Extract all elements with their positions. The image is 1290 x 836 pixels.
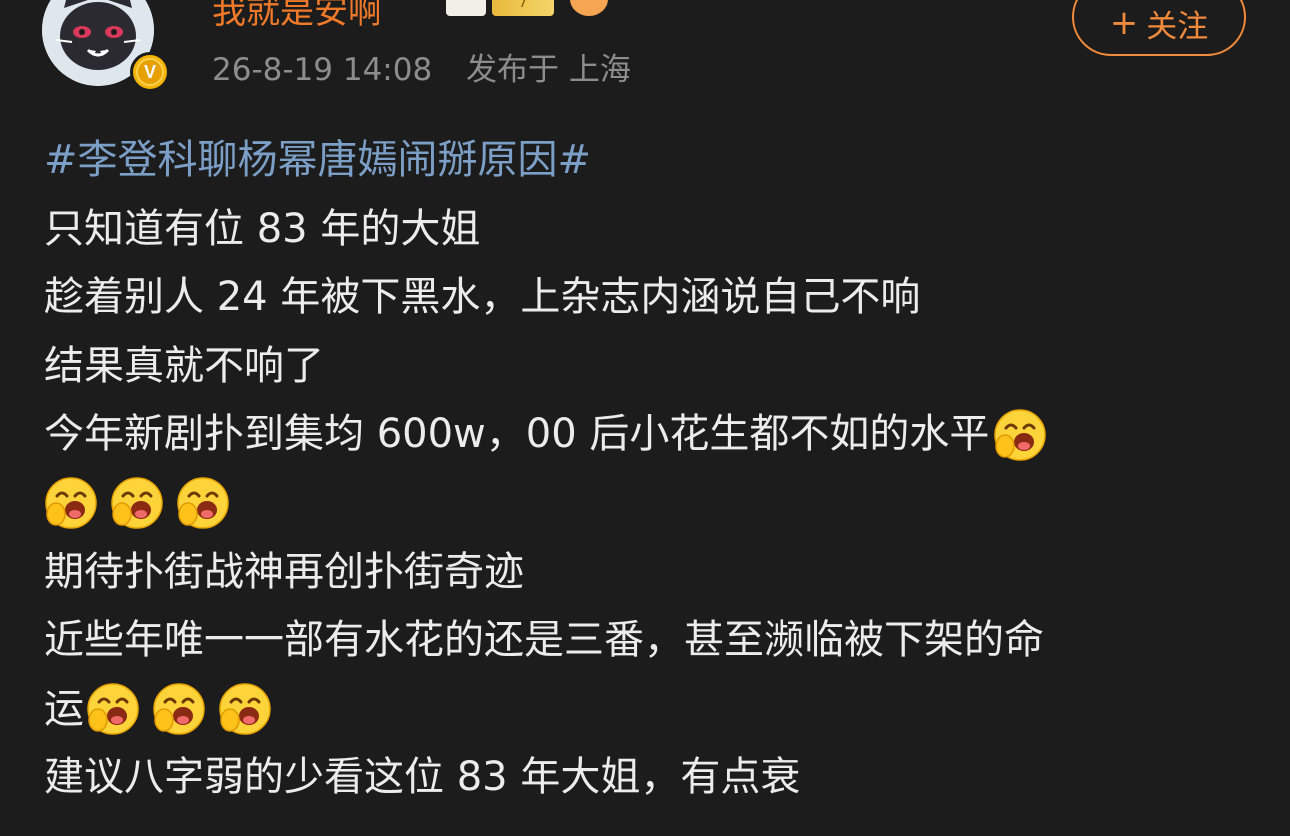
post-line: 运 — [44, 675, 1264, 744]
post-line-text: 今年新剧扑到集均 600w，00 后小花生都不如的水平 — [44, 411, 990, 458]
post-line-text: 趁着别人 24 年被下黑水，上杂志内涵说自己不响 — [44, 274, 921, 321]
post-header: V 我就是安啊 7 26-8-19 14:08 发布于 上海 + 关注 — [0, 0, 1290, 110]
laughing-emoji-icon — [44, 476, 98, 530]
post-line-text: 运 — [44, 685, 84, 732]
follow-button-label: 关注 — [1146, 8, 1209, 45]
laughing-emoji-icon — [110, 476, 164, 530]
emoji-line — [44, 469, 1264, 538]
verified-icon: V — [130, 52, 170, 92]
post-line: 只知道有位 83 年的大姐 — [44, 195, 1264, 264]
author-name[interactable]: 我就是安啊 — [212, 0, 382, 33]
laughing-emoji-icon — [86, 682, 140, 736]
post-line: 建议八字弱的少看这位 83 年大姐，有点衰 — [44, 743, 1264, 812]
post-line: 今年新剧扑到集均 600w，00 后小花生都不如的水平 — [44, 400, 1264, 469]
fan-badge-icon[interactable] — [570, 0, 608, 16]
level-badge-number: 7 — [518, 0, 528, 11]
laughing-emoji-icon — [176, 476, 230, 530]
post-line-text: 近些年唯一一部有水花的还是三番，甚至濒临被下架的命 — [44, 617, 1044, 664]
post-line-text: 期待扑街战神再创扑街奇迹 — [44, 548, 524, 595]
post-line-text: 建议八字弱的少看这位 83 年大姐，有点衰 — [44, 754, 801, 801]
post-location: 发布于 上海 — [466, 52, 631, 88]
post-body: #李登科聊杨幂唐嫣闹掰原因# 只知道有位 83 年的大姐 趁着别人 24 年被下… — [44, 126, 1264, 812]
post-line: 期待扑街战神再创扑街奇迹 — [44, 538, 1264, 607]
hashtag-link[interactable]: #李登科聊杨幂唐嫣闹掰原因# — [44, 126, 591, 195]
laughing-emoji-icon — [218, 682, 272, 736]
plus-icon: + — [1109, 3, 1139, 43]
post-line: 趁着别人 24 年被下黑水，上杂志内涵说自己不响 — [44, 263, 1264, 332]
post-time: 26-8-19 14:08 — [212, 52, 433, 88]
post-line-text: 只知道有位 83 年的大姐 — [44, 205, 481, 252]
level-badge-icon[interactable]: 7 — [492, 0, 554, 16]
follow-button[interactable]: + 关注 — [1072, 0, 1246, 56]
post-line: 近些年唯一一部有水花的还是三番，甚至濒临被下架的命 — [44, 606, 1264, 675]
laughing-emoji-icon — [152, 682, 206, 736]
member-badge-icon[interactable] — [446, 0, 486, 16]
hashtag-line: #李登科聊杨幂唐嫣闹掰原因# — [44, 126, 1264, 195]
post-line-text: 结果真就不响了 — [44, 342, 324, 389]
post-line: 结果真就不响了 — [44, 332, 1264, 401]
post-meta: 26-8-19 14:08 发布于 上海 — [212, 44, 631, 89]
laughing-emoji-icon — [993, 408, 1047, 462]
